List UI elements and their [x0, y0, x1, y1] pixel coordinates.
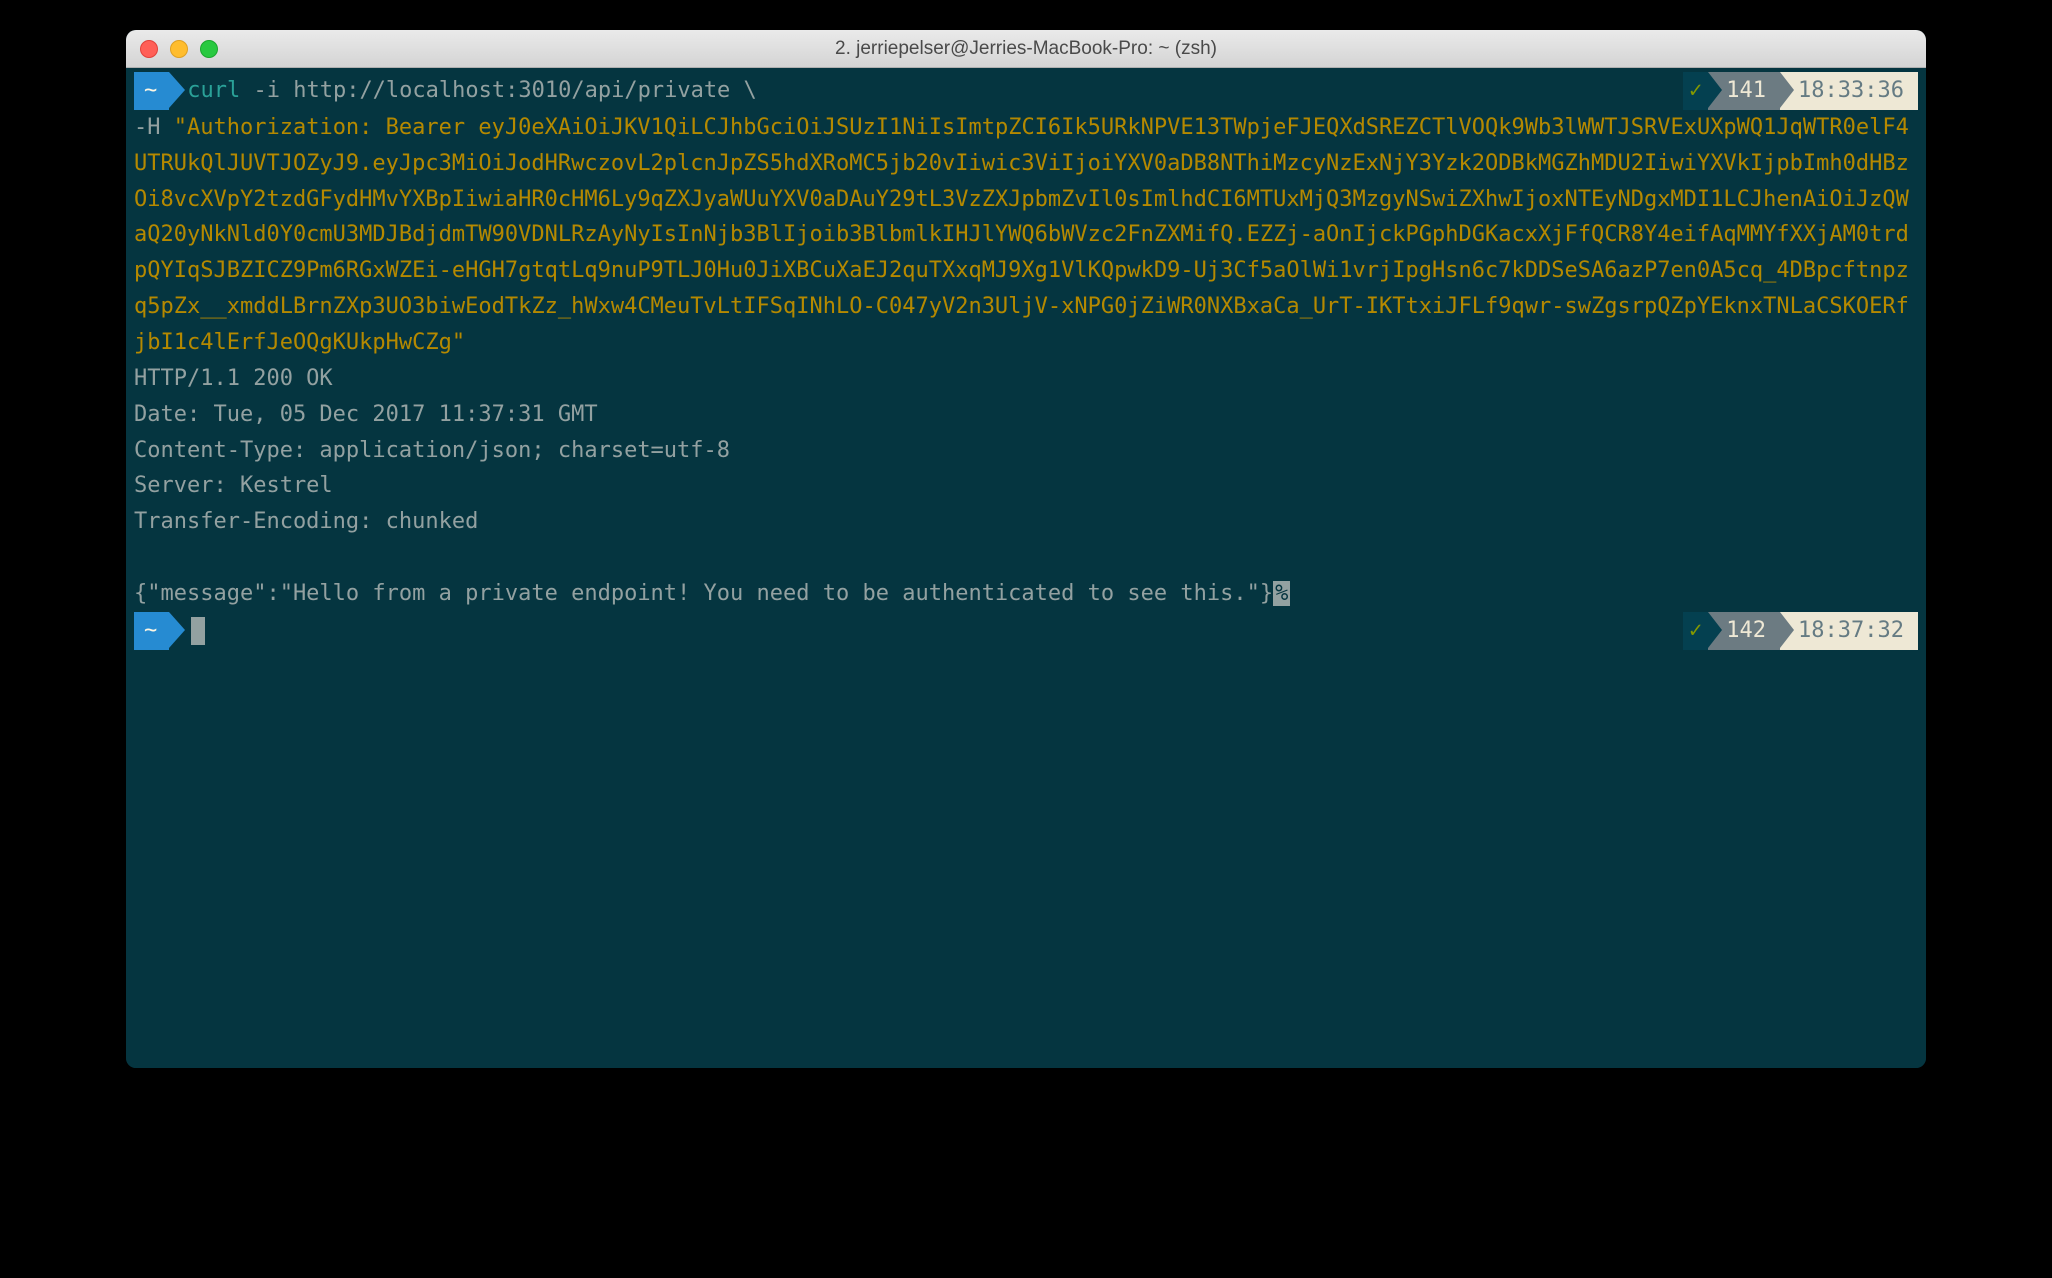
right-status-2: ✓ 142 18:37:32: [1683, 612, 1918, 650]
traffic-lights: [140, 40, 218, 58]
prompt-home-segment: ~: [134, 72, 169, 110]
status-check-icon: ✓: [1683, 72, 1708, 110]
status-history-number: 141: [1708, 72, 1780, 110]
prompt-line-1: ~ curl -i http://localhost:3010/api/priv…: [134, 72, 1918, 110]
window-title: 2. jerriepelser@Jerries-MacBook-Pro: ~ (…: [126, 38, 1926, 60]
response-content-type: Content-Type: application/json; charset=…: [134, 433, 1918, 469]
blank-line: [134, 540, 1918, 576]
terminal-window: 2. jerriepelser@Jerries-MacBook-Pro: ~ (…: [126, 30, 1926, 1068]
response-server: Server: Kestrel: [134, 468, 1918, 504]
status-time: 18:37:32: [1780, 612, 1918, 650]
response-body: {"message":"Hello from a private endpoin…: [134, 576, 1918, 612]
response-json: {"message":"Hello from a private endpoin…: [134, 581, 1273, 606]
command-name: curl: [187, 78, 240, 103]
response-date: Date: Tue, 05 Dec 2017 11:37:31 GMT: [134, 397, 1918, 433]
right-status-1: ✓ 141 18:33:36: [1683, 72, 1918, 110]
prompt-home-segment: ~: [134, 612, 169, 650]
status-check-icon: ✓: [1683, 612, 1708, 650]
cursor: [191, 617, 205, 645]
terminal-body[interactable]: ~ curl -i http://localhost:3010/api/priv…: [126, 68, 1926, 1068]
prompt-line-2: ~ ✓ 142 18:37:32: [134, 612, 1918, 650]
response-transfer-encoding: Transfer-Encoding: chunked: [134, 504, 1918, 540]
command-text: curl -i http://localhost:3010/api/privat…: [187, 73, 757, 109]
prompt-left: ~ curl -i http://localhost:3010/api/priv…: [134, 72, 1675, 110]
prompt-left-2: ~: [134, 612, 1675, 650]
authorization-header: -H "Authorization: Bearer eyJ0eXAiOiJKV1…: [134, 110, 1918, 361]
minimize-icon[interactable]: [170, 40, 188, 58]
status-time: 18:33:36: [1780, 72, 1918, 110]
response-status: HTTP/1.1 200 OK: [134, 361, 1918, 397]
title-bar: 2. jerriepelser@Jerries-MacBook-Pro: ~ (…: [126, 30, 1926, 68]
header-flag: -H: [134, 115, 174, 140]
status-history-number: 142: [1708, 612, 1780, 650]
continuation-line: -H "Authorization: Bearer eyJ0eXAiOiJKV1…: [134, 110, 1918, 361]
maximize-icon[interactable]: [200, 40, 218, 58]
command-args: -i http://localhost:3010/api/private \: [240, 78, 757, 103]
percent-marker: %: [1273, 581, 1290, 606]
bearer-token: "Authorization: Bearer eyJ0eXAiOiJKV1QiL…: [134, 115, 1909, 355]
close-icon[interactable]: [140, 40, 158, 58]
